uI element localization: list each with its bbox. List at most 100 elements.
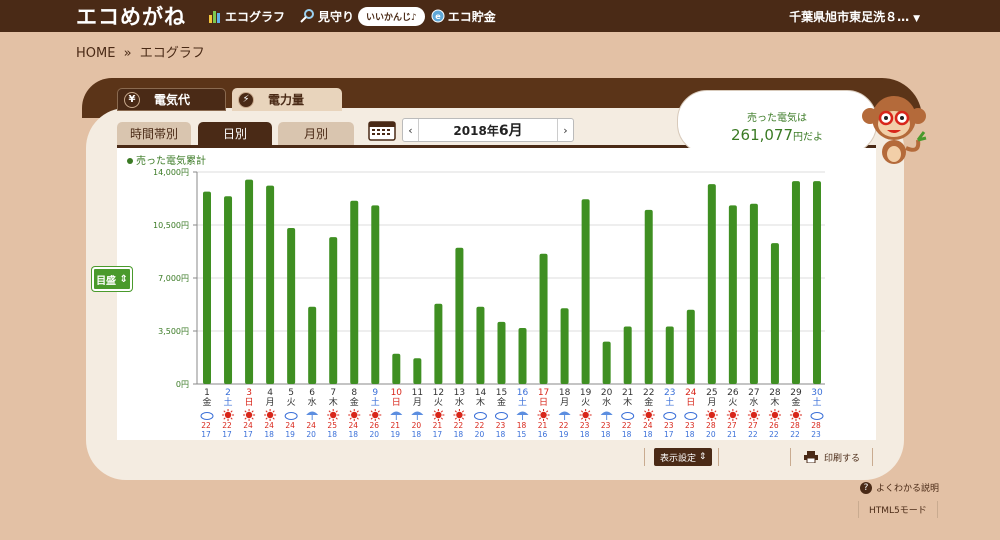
bar — [350, 200, 359, 384]
sun-ray — [328, 410, 331, 413]
sun-ray — [328, 417, 331, 420]
low-temp: 21 — [727, 430, 737, 439]
weather-cloud-icon — [663, 412, 677, 420]
bubble-unit: 円だよ — [793, 132, 824, 143]
weather-umbrella-icon — [411, 411, 424, 415]
bar — [686, 309, 695, 384]
next-month-button[interactable]: › — [557, 119, 573, 141]
x-tick-weekday: 月 — [560, 397, 569, 408]
question-icon: ? — [860, 481, 872, 494]
high-temp: 22 — [559, 421, 569, 430]
region-selector[interactable]: 千葉県旭市東足洗８… ▼ — [789, 8, 920, 25]
high-temp: 22 — [622, 421, 632, 430]
tab-daily[interactable]: 日別 — [198, 122, 272, 145]
prev-month-button[interactable]: ‹ — [403, 119, 419, 141]
breadcrumb-home[interactable]: HOME — [76, 46, 115, 61]
sun-ray — [588, 417, 591, 420]
bar — [308, 306, 317, 384]
region-label: 千葉県旭市東足洗８… — [789, 10, 910, 24]
sun-ray — [707, 417, 710, 420]
weather-cloud-icon — [200, 412, 214, 420]
x-tick-day: 17 — [538, 388, 549, 398]
sun-ray — [272, 417, 275, 420]
x-tick-day: 21 — [622, 388, 633, 398]
x-tick-day: 26 — [727, 388, 739, 398]
low-temp: 18 — [454, 430, 464, 439]
bar — [602, 341, 611, 384]
sun-ray — [370, 410, 373, 413]
sun-ray — [581, 417, 584, 420]
x-tick-day: 4 — [267, 388, 273, 398]
nav-mimamori[interactable]: 見守り いいかんじ♪ — [299, 6, 425, 26]
high-temp: 21 — [433, 421, 443, 430]
sun-ray — [349, 410, 352, 413]
nav-eco-savings[interactable]: e エコ貯金 — [431, 8, 496, 25]
high-temp: 27 — [727, 421, 737, 430]
nav-eco-savings-label: エコ貯金 — [447, 9, 496, 24]
printer-icon — [804, 451, 818, 463]
divider — [872, 448, 873, 466]
sun-ray — [356, 410, 359, 413]
nav-ecograph[interactable]: エコグラフ — [208, 8, 285, 25]
tab-denki[interactable]: ¥ 電気代 — [117, 88, 226, 111]
x-tick-weekday: 金 — [644, 396, 653, 408]
x-tick-day: 5 — [288, 388, 294, 398]
weather-umbrella-icon — [558, 411, 571, 415]
weather-sun-icon — [224, 411, 232, 419]
low-temp: 17 — [201, 430, 211, 439]
coin-icon: e — [431, 9, 445, 23]
low-temp: 18 — [685, 430, 695, 439]
x-tick-weekday: 土 — [665, 396, 674, 408]
sun-ray — [546, 410, 549, 413]
calendar-icon[interactable] — [368, 119, 396, 141]
breadcrumb-separator: » — [123, 46, 132, 61]
low-temp: 22 — [748, 430, 758, 439]
weather-sun-icon — [540, 411, 547, 419]
high-temp: 23 — [496, 421, 506, 430]
tab-denryoku[interactable]: ⚡ 電力量 — [232, 88, 342, 111]
high-temp: 24 — [243, 421, 253, 430]
sun-ray — [454, 417, 457, 420]
speech-bubble: 売った電気は 261,077円だよ — [677, 90, 877, 154]
bar — [455, 247, 464, 384]
x-tick-day: 23 — [664, 388, 675, 398]
x-tick-weekday: 日 — [686, 397, 695, 408]
high-temp: 24 — [285, 421, 295, 430]
html5-mode-button[interactable]: HTML5モード — [858, 501, 938, 518]
x-tick-day: 12 — [433, 388, 444, 398]
help-link[interactable]: ? よくわかる説明 — [860, 481, 939, 494]
weather-sun-icon — [750, 411, 758, 419]
print-button[interactable]: 印刷する — [804, 448, 860, 466]
x-tick-weekday: 木 — [476, 396, 485, 408]
sun-ray — [707, 410, 710, 413]
sun-ray — [756, 417, 759, 420]
date-year: 2018年 — [453, 124, 499, 138]
sun-ray — [546, 417, 549, 420]
low-temp: 15 — [517, 430, 527, 439]
low-temp: 17 — [433, 430, 443, 439]
x-tick-day: 1 — [204, 388, 210, 398]
bar — [728, 205, 737, 384]
y-tick-label: 7,000円 — [158, 274, 189, 283]
weather-cloud-icon — [810, 412, 824, 420]
weather-cloud-icon — [284, 412, 298, 420]
x-tick-weekday: 火 — [287, 397, 296, 408]
tab-time-of-day[interactable]: 時間帯別 — [117, 122, 191, 145]
sun-ray — [461, 410, 465, 413]
app-logo[interactable]: エコめがね — [76, 1, 186, 31]
low-temp: 18 — [348, 430, 358, 439]
weather-cloud-icon — [621, 412, 635, 420]
bar — [476, 306, 485, 384]
weather-umbrella-icon — [306, 411, 319, 415]
y-tick-label: 3,500円 — [158, 327, 189, 336]
sun-ray — [798, 417, 801, 420]
y-scale-button[interactable]: 目盛 ⇕ — [92, 267, 132, 291]
low-temp: 17 — [222, 430, 232, 439]
high-temp: 21 — [538, 421, 548, 430]
yen-icon: ¥ — [124, 91, 140, 108]
date-month: 6月 — [498, 123, 523, 139]
tab-monthly[interactable]: 月別 — [278, 122, 354, 145]
sun-ray — [651, 410, 654, 413]
display-settings-button[interactable]: 表示設定 ⇕ — [654, 448, 713, 466]
x-tick-weekday: 土 — [518, 396, 527, 408]
